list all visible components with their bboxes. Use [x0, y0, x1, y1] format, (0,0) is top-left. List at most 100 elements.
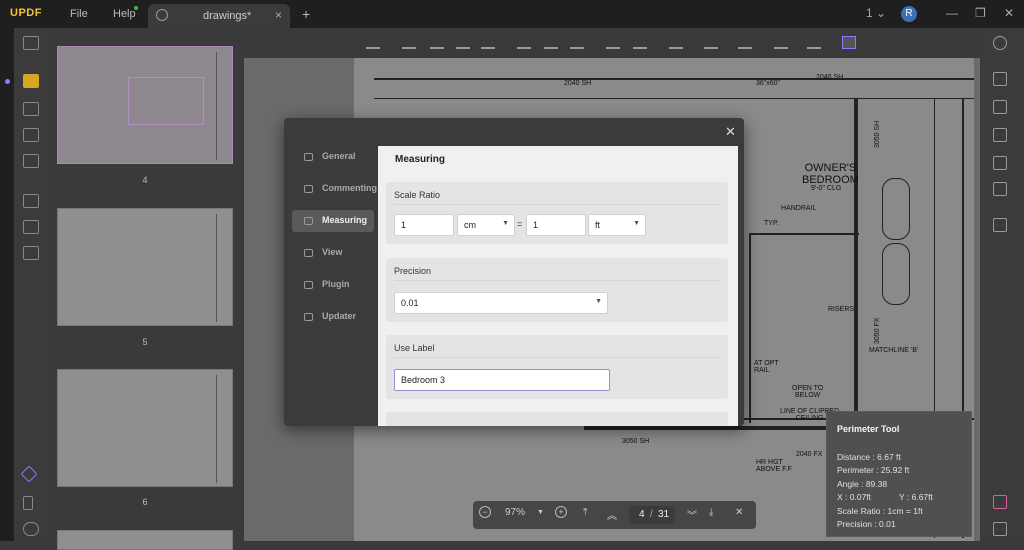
thumbnail-page-6[interactable]	[57, 369, 233, 487]
nav-view[interactable]: View	[292, 242, 374, 264]
zoom-dropdown-icon[interactable]: ▼	[537, 509, 544, 516]
pen-icon[interactable]	[738, 36, 752, 49]
use-label-label: Use Label	[394, 343, 435, 353]
last-page-icon[interactable]: ⤓	[709, 507, 713, 518]
plugin-icon	[304, 281, 313, 289]
angle-value: Angle : 89.38	[837, 479, 888, 489]
text-icon[interactable]	[517, 36, 531, 49]
zoom-out-icon[interactable]: −	[479, 506, 491, 518]
menu-help[interactable]: Help	[113, 8, 136, 20]
ocr-icon[interactable]	[23, 194, 39, 208]
signature-icon[interactable]	[807, 36, 821, 49]
tab-close-icon[interactable]: ×	[275, 8, 282, 22]
ruler-icon	[304, 217, 313, 225]
close-window-icon[interactable]: ✕	[1004, 6, 1014, 20]
shape-icon[interactable]	[669, 36, 683, 49]
pencil-icon[interactable]	[606, 36, 620, 49]
precision-select[interactable]: 0.01 ▼	[394, 292, 608, 314]
label-input[interactable]: Bedroom 3	[394, 369, 610, 391]
tag-symbol	[882, 243, 910, 305]
precision-label: Precision	[394, 266, 432, 276]
view-icon	[304, 249, 313, 257]
form-icon[interactable]	[23, 154, 39, 168]
nav-measuring[interactable]: Measuring	[292, 210, 374, 232]
scale-value-input[interactable]: 1	[394, 214, 454, 236]
target-value-input[interactable]: 1	[526, 214, 586, 236]
callout-icon[interactable]	[570, 36, 584, 49]
comment-icon[interactable]	[23, 74, 39, 88]
zoom-in-icon[interactable]: +	[555, 506, 567, 518]
scale-ratio-label: Scale Ratio	[394, 190, 441, 200]
chat-icon[interactable]	[993, 522, 1007, 536]
scale-unit-select[interactable]: cm ▼	[457, 214, 515, 236]
preferences-dialog: General Commenting Measuring View Plugin…	[284, 118, 744, 426]
strikethrough-icon[interactable]	[430, 36, 444, 49]
open-below-label: OPEN TO BELOW	[792, 385, 824, 399]
thumbnail-panel: 4 5 6	[48, 28, 244, 550]
stamp-icon[interactable]	[774, 36, 788, 49]
use-label-section: Use Label Bedroom 3	[386, 335, 728, 399]
avatar[interactable]: R	[901, 6, 917, 22]
layers-icon[interactable]	[20, 465, 38, 483]
ai-assistant-icon[interactable]	[993, 495, 1007, 509]
thumbnail-page-7[interactable]	[57, 530, 233, 550]
page-input[interactable]: 4 / 31	[629, 506, 675, 524]
note-icon[interactable]	[366, 36, 380, 49]
thumbnail-page-5[interactable]	[57, 208, 233, 326]
attachment-icon[interactable]	[23, 522, 39, 536]
thumbnail-page-4[interactable]	[57, 46, 233, 164]
sticker-icon[interactable]	[704, 36, 718, 49]
panel-title: Measuring	[395, 154, 446, 165]
dialog-close-icon[interactable]: ✕	[725, 124, 736, 140]
perimeter-title: Perimeter Tool	[837, 424, 900, 434]
organize-icon[interactable]	[23, 220, 39, 234]
tab-drawings[interactable]: drawings* ×	[148, 4, 290, 28]
protect-icon[interactable]	[23, 246, 39, 260]
zoom-level[interactable]: 97%	[505, 507, 525, 518]
bookmark-icon[interactable]	[23, 496, 33, 510]
email-icon[interactable]	[993, 182, 1007, 196]
target-unit-select[interactable]: ft ▼	[588, 214, 646, 236]
close-nav-icon[interactable]: ✕	[735, 507, 743, 518]
right-rail	[980, 28, 1024, 541]
ceiling-label: 9'-0" CLG	[811, 185, 842, 192]
nav-commenting[interactable]: Commenting	[292, 178, 377, 200]
reader-icon[interactable]	[23, 36, 39, 50]
next-page-icon[interactable]: ︾	[687, 507, 697, 522]
nav-plugin[interactable]: Plugin	[292, 274, 374, 296]
save-icon[interactable]	[993, 218, 1007, 232]
nav-updater[interactable]: Updater	[292, 306, 374, 328]
squiggly-icon[interactable]	[481, 36, 495, 49]
page-icon[interactable]	[23, 128, 39, 142]
tab-title: drawings*	[203, 10, 252, 22]
dim-label: 3050 SH	[622, 438, 650, 445]
page-indicator[interactable]: 1 ⌄	[866, 6, 886, 20]
perimeter-value: Perimeter : 25.92 ft	[837, 465, 910, 475]
general-icon	[304, 153, 313, 161]
page-number: 5	[142, 337, 148, 347]
annotation-toolbar	[244, 28, 980, 58]
convert-icon[interactable]	[993, 100, 1007, 114]
search-icon[interactable]	[993, 36, 1007, 50]
nav-general[interactable]: General	[292, 146, 374, 168]
highlight-icon[interactable]	[402, 36, 416, 49]
restore-icon[interactable]: ❐	[975, 6, 986, 20]
update-dot	[134, 6, 138, 10]
share-icon[interactable]	[993, 156, 1007, 170]
precision-value: Precision : 0.01	[837, 519, 896, 529]
eraser-icon[interactable]	[633, 36, 647, 49]
dim-label: 2040 SH	[816, 74, 844, 81]
protect-icon[interactable]	[993, 128, 1007, 142]
perimeter-tool-panel: Perimeter Tool Distance : 6.67 ft Perime…	[826, 411, 972, 537]
minimize-icon[interactable]: —	[946, 6, 958, 20]
document-icon	[156, 9, 168, 21]
textbox-icon[interactable]	[544, 36, 558, 49]
prev-page-icon[interactable]: ︽	[607, 507, 617, 522]
underline-icon[interactable]	[456, 36, 470, 49]
menu-file[interactable]: File	[70, 8, 88, 20]
first-page-icon[interactable]: ⤒	[583, 507, 587, 518]
measure-tool-icon[interactable]	[842, 36, 856, 49]
ocr-icon[interactable]	[993, 72, 1007, 86]
new-tab-button[interactable]: +	[302, 6, 310, 22]
edit-icon[interactable]	[23, 102, 39, 116]
